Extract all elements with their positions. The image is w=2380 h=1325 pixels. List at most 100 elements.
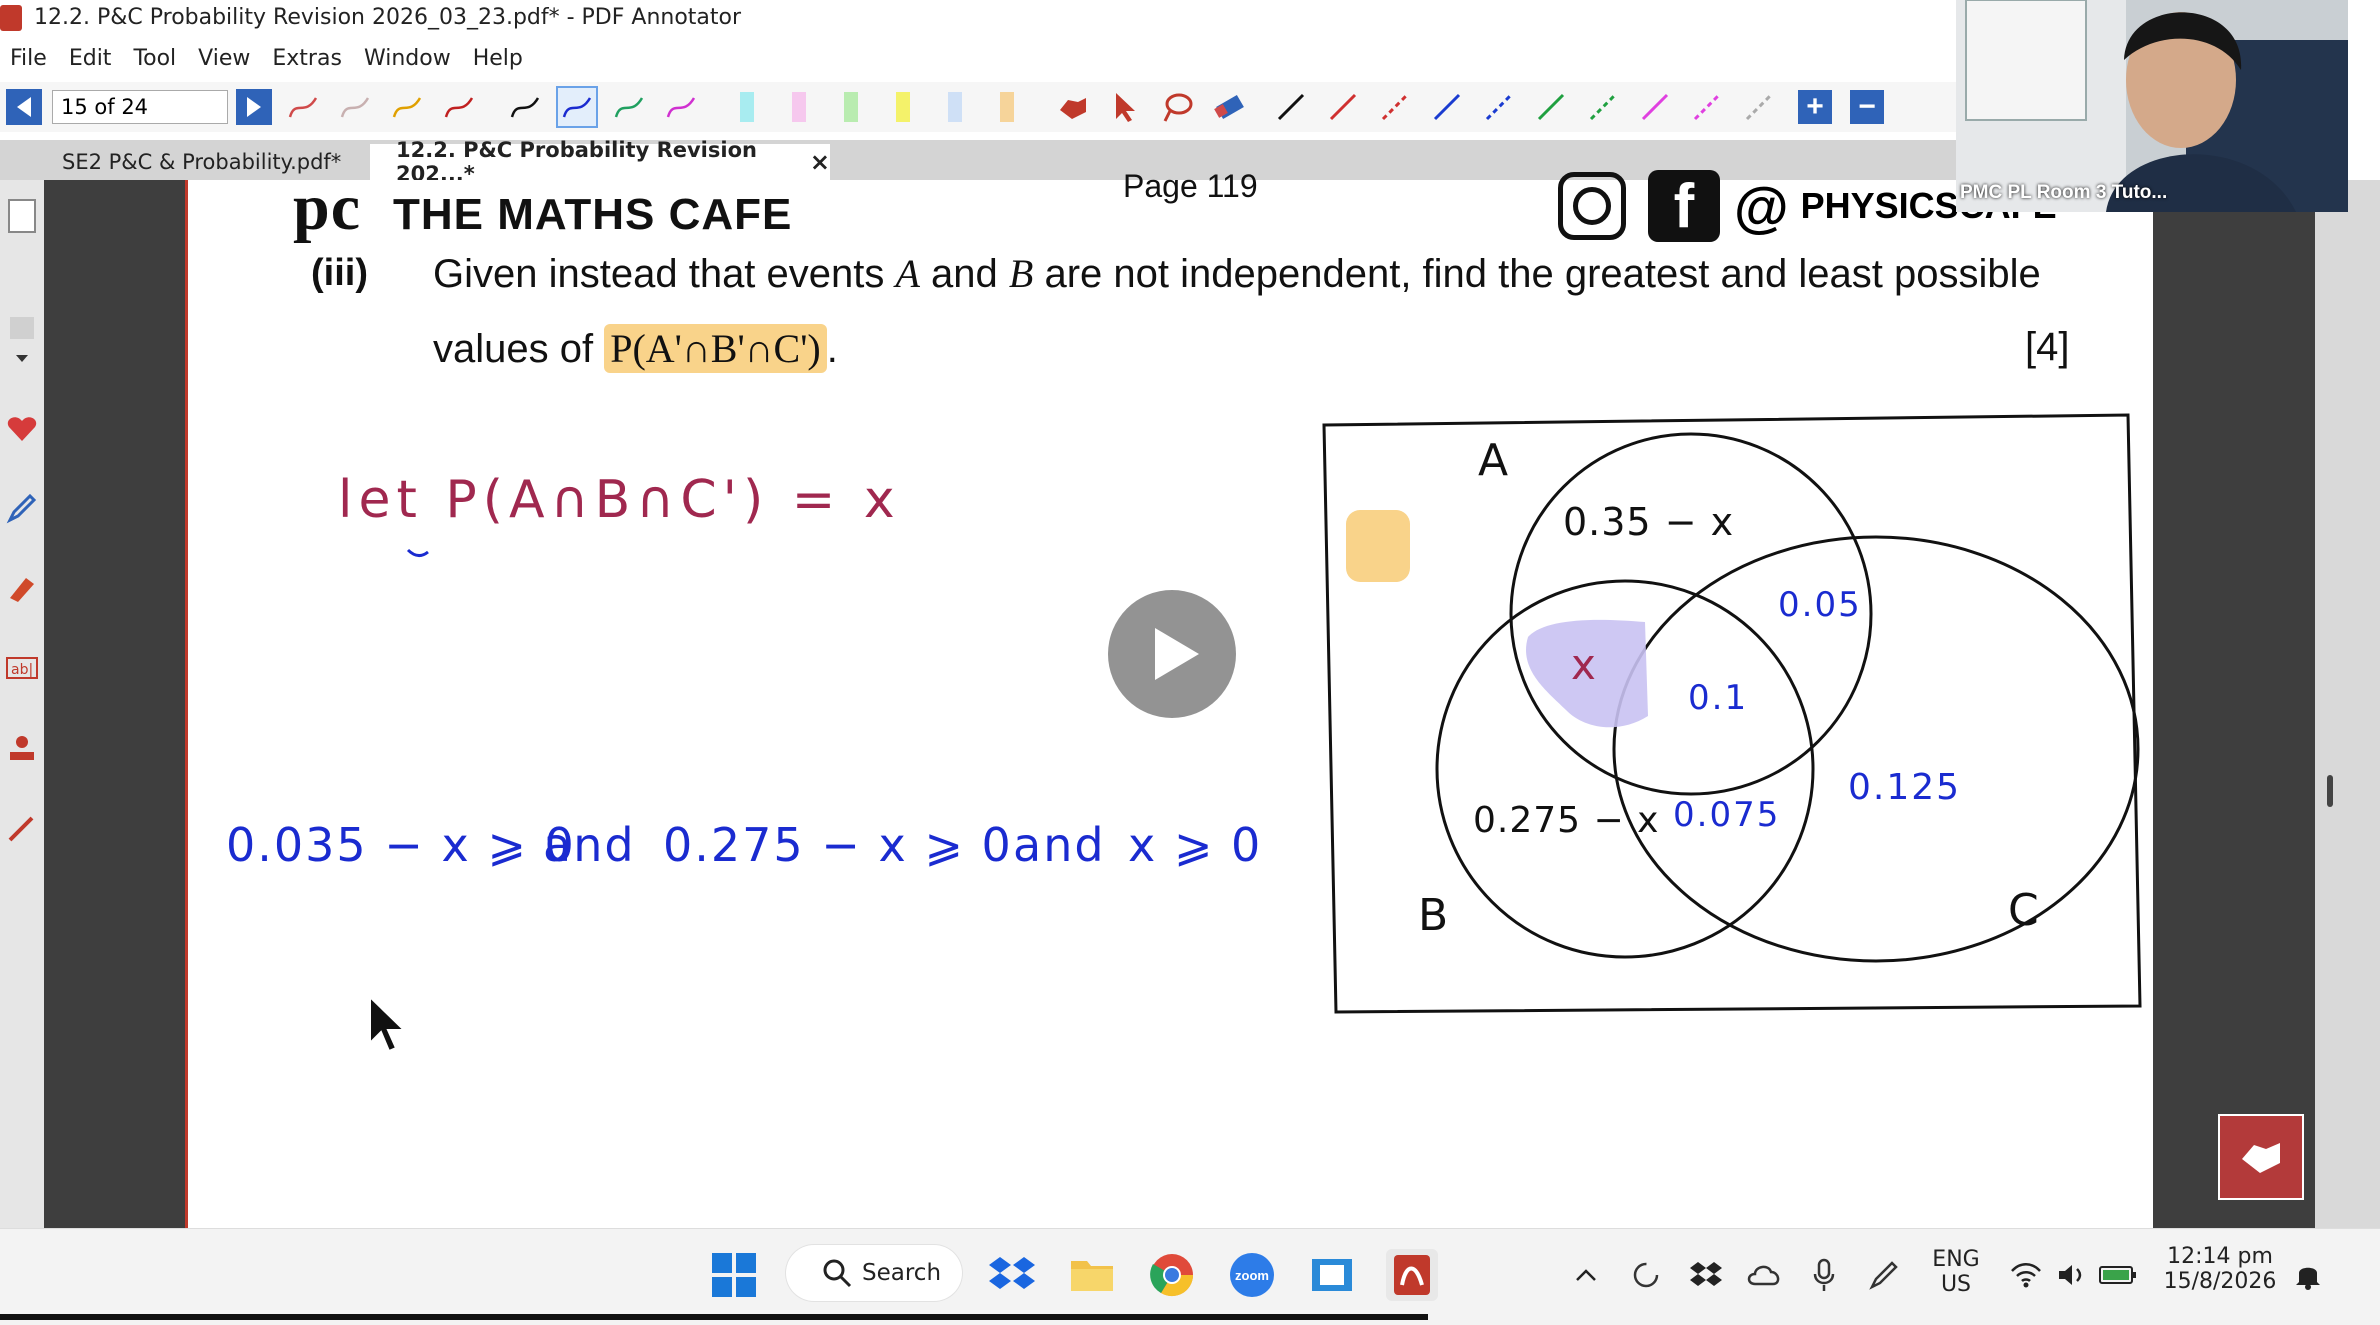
pen-red-tool[interactable] (282, 86, 324, 128)
highlighter-orange-tool[interactable] (986, 86, 1028, 128)
pen-icon (6, 493, 37, 524)
clock-date: 15/8/2026 (2163, 1269, 2277, 1294)
pen-stroke-icon (562, 97, 592, 118)
next-page-button[interactable] (236, 89, 272, 125)
line-red-dashed-tool[interactable] (1374, 86, 1416, 128)
line-green-tool[interactable] (1530, 86, 1572, 128)
highlighter-cyan-tool[interactable] (726, 86, 768, 128)
zoom-icon[interactable]: zoom (1226, 1249, 1278, 1301)
onedrive-icon[interactable] (1742, 1249, 1786, 1301)
highlighter-green-tool[interactable] (830, 86, 872, 128)
menu-extras[interactable]: Extras (272, 46, 342, 71)
page-thumbnail-icon[interactable] (4, 198, 40, 234)
volume-icon[interactable] (2050, 1249, 2094, 1301)
pen-darkred-tool[interactable] (438, 86, 480, 128)
line-blue-tool[interactable] (1426, 86, 1468, 128)
venn-label-b: B (1418, 890, 1455, 941)
notification-icon[interactable] (2286, 1249, 2330, 1301)
venn-a-only: 0.35 − x (1563, 500, 1735, 544)
lasso-tool[interactable] (1156, 86, 1198, 128)
close-icon[interactable]: × (810, 148, 830, 176)
dropdown-icon[interactable] (4, 340, 40, 376)
handwritten-inequality-1: 0.035 − x ⩾ 0 (226, 818, 576, 872)
instagram-icon (1558, 172, 1626, 240)
highlighter-icon (792, 92, 806, 122)
line-blue-dashed-tool[interactable] (1478, 86, 1520, 128)
line-gray-dashed-tool[interactable] (1738, 86, 1780, 128)
whiteboard-app-icon[interactable] (1306, 1249, 1358, 1301)
pen-magenta-tool[interactable] (660, 86, 702, 128)
question-line-2: values of P(A'∩B'∩C'). (433, 324, 838, 373)
battery-charging-icon (2099, 1266, 2136, 1284)
dropbox-icon[interactable] (986, 1249, 1038, 1301)
menu-tool[interactable]: Tool (133, 46, 176, 71)
show-hidden-icons-chevron-icon[interactable] (1566, 1249, 1606, 1301)
handwritten-let-statement: let P(A∩B∩C') = x (338, 470, 901, 530)
pdf-annotator-taskbar-icon[interactable] (1386, 1249, 1438, 1301)
pen-light-tool[interactable] (334, 86, 376, 128)
chrome-icon[interactable] (1146, 1249, 1198, 1301)
favorites-icon[interactable] (4, 410, 40, 446)
venn-bc-only: 0.075 (1673, 795, 1781, 835)
hand-tool[interactable] (1052, 86, 1094, 128)
handwritten-and-1: and (543, 818, 636, 872)
taskbar-search[interactable]: Search (786, 1245, 962, 1301)
input-language[interactable]: ENG US (1928, 1247, 1984, 1297)
mic-icon (1813, 1258, 1835, 1291)
speaker-icon (2059, 1265, 2082, 1285)
wifi-signal-icon (2011, 1263, 2041, 1288)
clock[interactable]: 12:14 pm 15/8/2026 (2160, 1244, 2280, 1294)
previous-page-button[interactable] (6, 89, 42, 125)
pen-menu-icon[interactable] (1862, 1249, 1906, 1301)
highlighter-pink-tool[interactable] (778, 86, 820, 128)
dropbox-tray-icon[interactable] (1684, 1249, 1728, 1301)
menu-edit[interactable]: Edit (69, 46, 112, 71)
region-code: US (1940, 1272, 1972, 1297)
line-black-tool[interactable] (1270, 86, 1312, 128)
menu-window[interactable]: Window (364, 46, 451, 71)
battery-icon[interactable] (2096, 1249, 2140, 1301)
select-tool[interactable] (1104, 86, 1146, 128)
menu-view[interactable]: View (198, 46, 250, 71)
microphone-icon[interactable] (1802, 1249, 1846, 1301)
pen-black-tool[interactable] (504, 86, 546, 128)
line-red-tool[interactable] (1322, 86, 1364, 128)
highlighter-icon (896, 92, 910, 122)
sync-icon[interactable] (1624, 1249, 1668, 1301)
pen-green-tool[interactable] (608, 86, 650, 128)
venn-ac-only: 0.05 (1778, 585, 1862, 625)
pen-yellow-tool[interactable] (386, 86, 428, 128)
raise-hand-button[interactable] (2218, 1114, 2304, 1200)
pen-panel-icon[interactable] (4, 490, 40, 526)
arrow-right-icon (247, 97, 261, 117)
line-icon (1641, 93, 1669, 121)
highlighter-blue-tool[interactable] (934, 86, 976, 128)
hand-icon (1060, 98, 1086, 119)
zoom-out-button[interactable]: − (1850, 90, 1884, 124)
line-magenta-dashed-tool[interactable] (1686, 86, 1728, 128)
play-button[interactable] (1108, 590, 1236, 718)
zoom-in-button[interactable]: + (1798, 90, 1832, 124)
language-code: ENG (1932, 1247, 1980, 1272)
stamp-panel-icon[interactable] (4, 730, 40, 766)
line-green-dashed-tool[interactable] (1582, 86, 1624, 128)
pen-blue-tool[interactable] (556, 86, 598, 128)
page-number-field[interactable]: 15 of 24 (52, 90, 228, 124)
menu-file[interactable]: File (10, 46, 47, 71)
windows-start-icon[interactable] (708, 1249, 760, 1301)
menu-help[interactable]: Help (473, 46, 523, 71)
arrow-panel-icon[interactable] (4, 810, 40, 846)
left-tool-panel: ab| (0, 180, 44, 1228)
text-box-panel-icon[interactable]: ab| (4, 650, 40, 686)
scrollbar-thumb[interactable] (2327, 775, 2333, 807)
wifi-icon[interactable] (2004, 1249, 2048, 1301)
highlighter-panel-icon[interactable] (4, 570, 40, 606)
vertical-scrollbar[interactable] (2315, 180, 2380, 1228)
file-explorer-icon[interactable] (1066, 1249, 1118, 1301)
webcam-video (1956, 0, 2348, 212)
eraser-tool[interactable] (1208, 86, 1250, 128)
venn-label-c: C (2008, 885, 2045, 936)
instagram-lens-icon (1573, 187, 1611, 225)
highlighter-yellow-tool[interactable] (882, 86, 924, 128)
line-magenta-tool[interactable] (1634, 86, 1676, 128)
